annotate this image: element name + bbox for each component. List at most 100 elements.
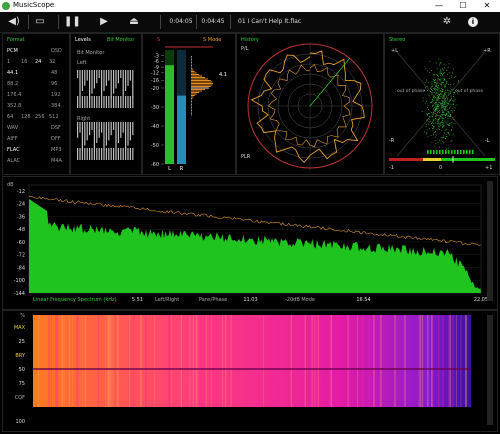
spectrogram-streak — [56, 315, 59, 407]
minimize-button[interactable]: — — [428, 0, 450, 12]
spectrogram-streak — [404, 315, 406, 407]
folder-icon[interactable]: ▭ — [32, 15, 48, 29]
stereo-dot — [441, 94, 443, 96]
pause-icon[interactable]: ❚❚ — [64, 15, 81, 29]
spectrum-x-tick: 11.03 — [243, 297, 257, 303]
toolbar: ◀) ▭ ❚❚ ▶ ⏏ 0:04:05 0:04:45 01 I Can't H… — [0, 12, 500, 33]
stereo-dot — [433, 134, 434, 136]
correlation-yellow — [423, 158, 441, 161]
spectrogram-streak — [129, 315, 131, 407]
stereo-dot — [444, 78, 445, 80]
stereo-dot — [449, 100, 451, 102]
stereo-dot — [449, 123, 451, 124]
stereo-dot — [450, 99, 452, 101]
stereo-dot — [446, 114, 447, 115]
stereo-dot — [450, 91, 451, 93]
play-icon[interactable]: ▶ — [96, 15, 112, 29]
bit-bar — [79, 148, 81, 160]
bit-bar — [115, 148, 117, 160]
stereo-dot — [446, 108, 448, 110]
eject-icon[interactable]: ⏏ — [126, 15, 142, 29]
stereo-dot — [446, 122, 448, 124]
stereo-dot — [441, 107, 443, 108]
stereo-dot — [439, 73, 441, 75]
spectrogram-streak — [72, 315, 73, 407]
histogram-bar — [191, 110, 192, 111]
spectrogram-streak — [116, 315, 118, 407]
s-mode[interactable]: S Mode — [203, 37, 221, 43]
stereo-dot — [437, 98, 439, 100]
stereo-dot — [448, 104, 450, 105]
stereo-dot — [452, 104, 454, 106]
close-button[interactable]: ✕ — [476, 0, 498, 12]
spectrum-mode-label[interactable]: Linear Frequency Spectrum (kHz) — [33, 297, 117, 303]
stereo-dot — [438, 102, 440, 103]
bit-bar — [117, 148, 119, 160]
bit-bar — [122, 148, 124, 160]
spectrogram-streak — [192, 315, 194, 407]
spectrogram-streak — [448, 315, 450, 407]
stereo-dot — [436, 108, 437, 110]
stereo-dot — [442, 101, 444, 103]
stereo-dot — [434, 74, 435, 76]
stereo-dot — [434, 140, 436, 142]
bit-bar — [122, 122, 124, 133]
stereo-dot — [445, 109, 446, 111]
bit-bar — [84, 96, 86, 108]
bit-bar — [132, 96, 134, 108]
plus-l-label: +L — [391, 48, 398, 54]
histogram-bar — [191, 80, 211, 81]
correlation-tick — [448, 150, 450, 154]
stereo-dot — [437, 121, 438, 123]
levels-mode[interactable]: Bit Monitor — [107, 37, 134, 43]
histogram-bar — [191, 101, 192, 102]
correlation-tick — [457, 150, 459, 154]
stereo-dot — [436, 93, 438, 94]
stereo-dot — [437, 91, 439, 93]
stereo-dot — [427, 105, 429, 107]
bit-bar — [125, 148, 127, 160]
stereo-dot — [445, 85, 446, 87]
format-cell: 512 — [49, 114, 59, 120]
format-cell: 176.4 — [7, 92, 22, 98]
stereo-dot — [444, 120, 446, 122]
bit-bar — [77, 70, 79, 78]
minus-20db-mode-option[interactable]: -20dB Mode — [285, 297, 315, 303]
stereo-dot — [438, 110, 440, 112]
gear-icon[interactable]: ✲ — [440, 15, 454, 29]
stereo-dot — [440, 90, 441, 92]
format-cell: MP3 — [51, 147, 62, 153]
spectrogram-streak — [63, 315, 65, 407]
meter-tick-label: -12 — [151, 71, 159, 77]
stereo-dot — [440, 93, 441, 94]
info-icon[interactable]: i — [466, 15, 480, 29]
stereo-dot — [443, 102, 445, 104]
stereo-dot — [436, 82, 438, 84]
stereo-dot — [431, 142, 433, 143]
spectrogram-streak — [296, 315, 298, 407]
spectrogram-scrollbar[interactable] — [487, 315, 493, 425]
spectrogram-streak — [61, 315, 63, 407]
spectrum-scrollbar[interactable] — [487, 181, 493, 301]
peak-label: 4.1 — [219, 72, 227, 78]
histogram-bar — [191, 86, 211, 87]
stereo-dot — [446, 148, 447, 150]
stereo-dot — [447, 98, 448, 100]
stereo-dot — [443, 114, 445, 115]
format-cell: DFF — [51, 136, 61, 142]
pans-phase-option[interactable]: Pans/Phase — [199, 297, 227, 303]
stereo-dot — [422, 97, 424, 99]
stereo-dot — [444, 106, 445, 107]
format-cell: 24 — [35, 59, 42, 65]
left-right-option[interactable]: Left/Right — [155, 297, 179, 303]
stereo-dot — [441, 118, 443, 119]
spectrogram-streak — [98, 315, 100, 407]
stereo-dot — [438, 121, 439, 123]
stereo-dot — [438, 93, 440, 95]
format-cell: 128 — [21, 114, 31, 120]
stereo-dot — [447, 94, 449, 96]
track-name: 01 I Can't Help It.flac — [238, 18, 302, 25]
bit-bar — [91, 122, 93, 130]
maximize-button[interactable]: ☐ — [452, 0, 474, 12]
speaker-icon[interactable]: ◀) — [6, 15, 22, 29]
